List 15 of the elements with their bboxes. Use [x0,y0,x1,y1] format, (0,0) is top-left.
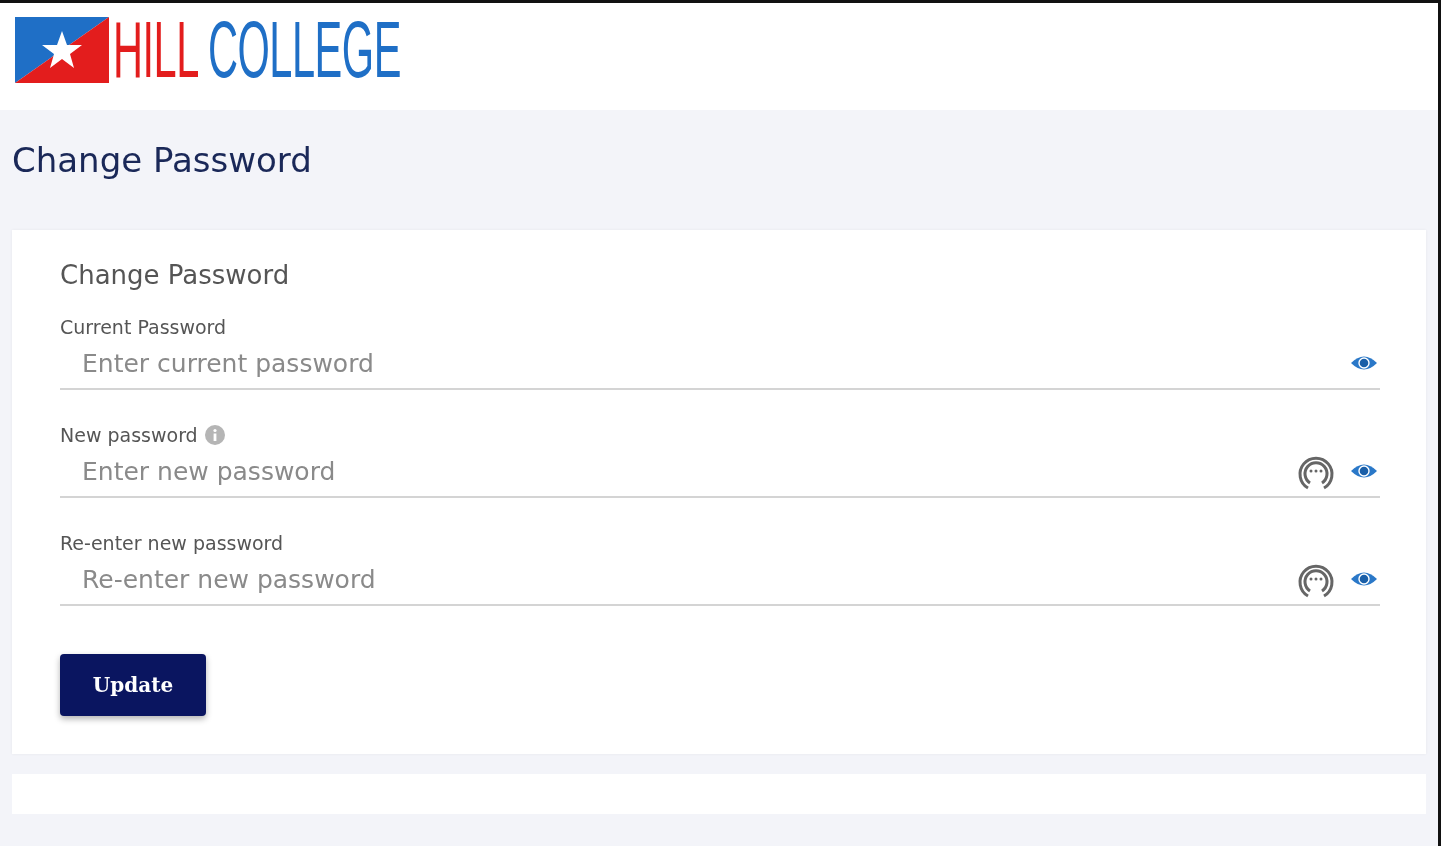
password-field[interactable]: Re-enter new password [82,564,1282,594]
eye-icon[interactable] [1350,354,1378,372]
logo-text: COLLEGE [208,15,401,85]
field-label: Current Password [60,316,227,338]
password-field[interactable]: Enter current password [82,348,1340,378]
eye-icon[interactable] [1350,462,1378,480]
page-title: Change Password [12,140,313,180]
card-title: Change Password [60,260,291,290]
field-label: New password [60,424,198,446]
flag-star-icon [15,17,109,83]
field-label: Re-enter new password [60,532,284,554]
logo-text: HILL [113,15,199,85]
password-field[interactable]: Enter new password [82,456,1282,486]
eye-icon[interactable] [1350,570,1378,588]
update-button[interactable]: Update [60,654,206,716]
